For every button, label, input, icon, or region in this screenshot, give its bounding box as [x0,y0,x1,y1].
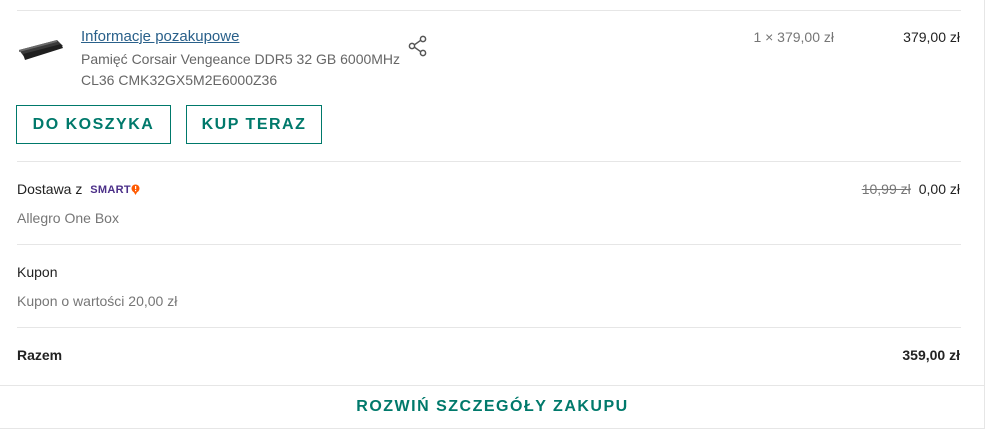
divider [17,10,961,11]
delivery-price: 10,99 zł 0,00 zł [760,181,960,199]
product-name: Pamięć Corsair Vengeance DDR5 32 GB 6000… [81,51,401,88]
total-value: 359,00 zł [902,347,960,363]
expand-purchase-details-button[interactable]: ROZWIŃ SZCZEGÓŁY ZAKUPU [0,398,985,416]
item-price: 379,00 zł [903,29,960,45]
divider [0,385,985,386]
coupon-description: Kupon o wartości 20,00 zł [17,293,178,309]
add-to-cart-button[interactable]: DO KOSZYKA [16,105,171,144]
delivery-label: Dostawa z [17,181,83,197]
delivery-new-price: 0,00 zł [918,181,960,197]
buy-now-button[interactable]: KUP TERAZ [186,105,322,144]
divider [17,244,961,245]
delivery-method: Allegro One Box [17,210,119,226]
total-label: Razem [17,347,63,363]
quantity-times-unit-price: 1 × 379,00 zł [753,29,834,45]
share-icon[interactable] [407,35,429,57]
divider [17,161,961,162]
smart-logo: SMART [90,184,131,196]
delivery-label-row: Dostawa z SMART [17,181,140,197]
smart-badge-icon [131,184,140,195]
order-summary-card: Informacje pozakupowe Pamięć Corsair Ven… [0,0,985,429]
post-purchase-info-link[interactable]: Informacje pozakupowe [81,28,239,45]
ram-module-image[interactable] [17,36,65,62]
coupon-label: Kupon [17,264,58,280]
delivery-old-price: 10,99 zł [861,181,911,197]
divider [17,327,961,328]
